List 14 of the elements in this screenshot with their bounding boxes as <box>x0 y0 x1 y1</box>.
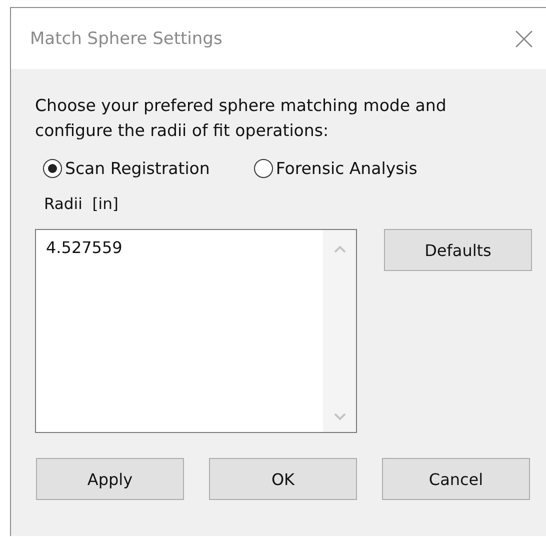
radii-list[interactable]: 4.527559 <box>35 229 357 433</box>
scroll-down-icon[interactable] <box>332 412 346 422</box>
mode-radio[interactable]: Forensic Analysis <box>254 159 418 178</box>
dialog-button[interactable]: Apply <box>36 458 184 500</box>
dialog-button[interactable]: OK <box>209 458 357 500</box>
scroll-up-icon[interactable] <box>332 244 346 254</box>
defaults-button[interactable]: Defaults <box>384 229 532 271</box>
window-title: Match Sphere Settings <box>30 28 222 48</box>
instruction-text: Choose your prefered sphere matching mode and configure the radii of fit operations: <box>35 95 448 142</box>
close-icon[interactable] <box>514 28 534 48</box>
list-item[interactable]: 4.527559 <box>46 238 313 257</box>
mode-radio[interactable]: Scan Registration <box>43 159 210 178</box>
radii-label: Radii [in] <box>44 195 120 213</box>
dialog-button[interactable]: Cancel <box>382 458 530 500</box>
